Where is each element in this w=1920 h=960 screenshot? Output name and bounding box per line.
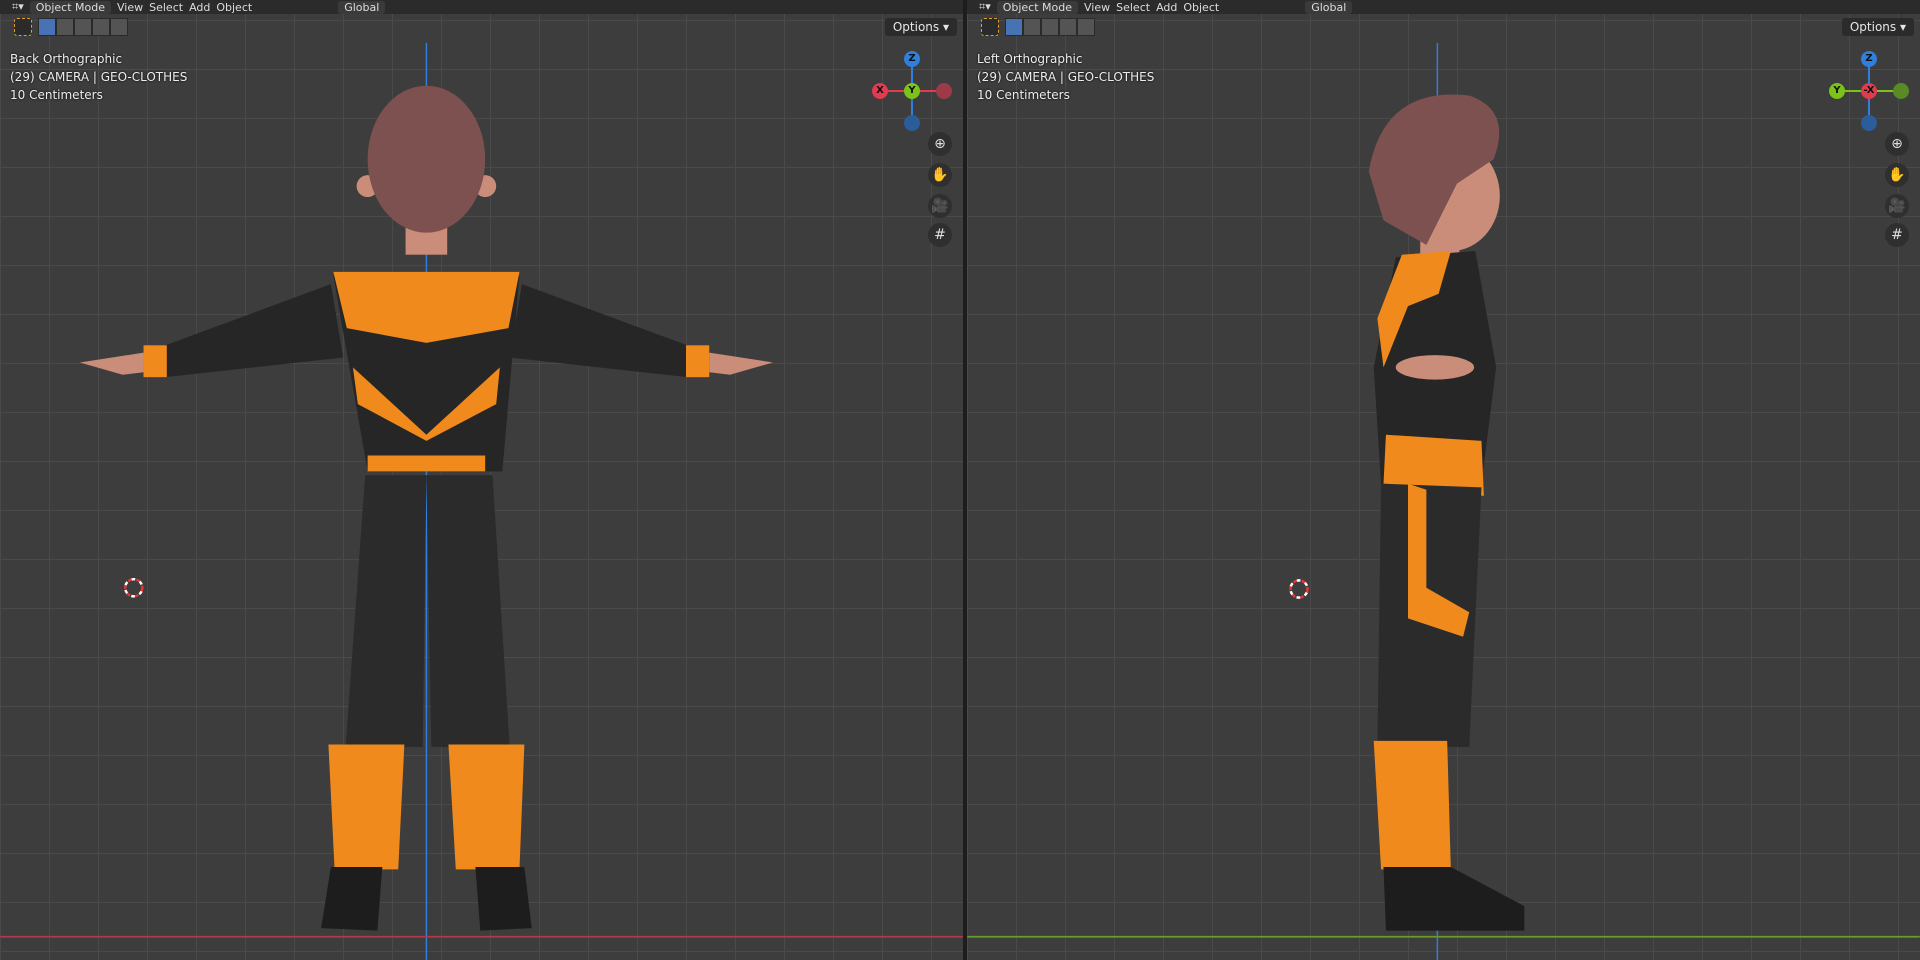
editor-type-icon[interactable]: ⌗▾ (12, 0, 24, 14)
grid-scale: 10 Centimeters (977, 88, 1070, 102)
mode-dropdown[interactable]: Object Mode (29, 0, 112, 14)
gizmo-axis-center[interactable]: Y (904, 83, 920, 99)
hair (367, 85, 486, 233)
menu-view[interactable]: View (117, 1, 143, 14)
camera-icon[interactable]: 🎥 (1885, 194, 1909, 218)
menu-add[interactable]: Add (1156, 1, 1177, 14)
menu-add[interactable]: Add (189, 1, 210, 14)
viewport-header: ⌗▾ Object Mode View Select Add Object Gl… (967, 0, 1920, 14)
select-box-mode-icon[interactable] (1005, 18, 1023, 36)
select-invert-icon[interactable] (1059, 18, 1077, 36)
camera-icon[interactable]: 🎥 (928, 194, 952, 218)
menu-select[interactable]: Select (149, 1, 183, 14)
object-name: (29) CAMERA | GEO-CLOTHES (977, 70, 1155, 84)
menu-object[interactable]: Object (1183, 1, 1219, 14)
tool-row (14, 18, 128, 36)
grid-ortho-icon[interactable]: # (1885, 223, 1909, 247)
select-intersect-icon[interactable] (110, 18, 128, 36)
navigation-gizmo[interactable]: Z X Y (872, 51, 952, 131)
gizmo-axis-bottom[interactable] (904, 115, 920, 131)
viewport-info: Left Orthographic (29) CAMERA | GEO-CLOT… (977, 50, 1154, 104)
scene-left (967, 42, 1920, 960)
tool-row (981, 18, 1095, 36)
menu-object[interactable]: Object (216, 1, 252, 14)
orientation-dropdown[interactable]: Global (1305, 0, 1353, 14)
viewport-back[interactable]: ⌗▾ Object Mode View Select Add Object Gl… (0, 0, 963, 960)
view-name: Back Orthographic (10, 52, 123, 66)
editor-type-icon[interactable]: ⌗▾ (979, 0, 991, 14)
select-extend-icon[interactable] (1023, 18, 1041, 36)
hand-pan-icon[interactable]: ✋ (1885, 163, 1909, 187)
3d-cursor (1289, 579, 1309, 599)
viewport-left[interactable]: ⌗▾ Object Mode View Select Add Object Gl… (967, 0, 1920, 960)
orientation-dropdown[interactable]: Global (338, 0, 386, 14)
view-name: Left Orthographic (977, 52, 1083, 66)
gizmo-axis-bottom[interactable] (1861, 115, 1877, 131)
navigation-gizmo[interactable]: Z Y -X (1829, 51, 1909, 131)
gizmo-axis-left[interactable]: X (872, 83, 888, 99)
options-button[interactable]: Options ▾ (1841, 18, 1914, 36)
character-side (1368, 94, 1525, 931)
gizmo-axis-center[interactable]: -X (1861, 83, 1877, 99)
menu-view[interactable]: View (1084, 1, 1110, 14)
select-extend-icon[interactable] (56, 18, 74, 36)
gizmo-axis-left[interactable]: Y (1829, 83, 1845, 99)
select-intersect-icon[interactable] (1077, 18, 1095, 36)
grid-ortho-icon[interactable]: # (928, 223, 952, 247)
object-name: (29) CAMERA | GEO-CLOTHES (10, 70, 188, 84)
gizmo-axis-right[interactable] (936, 83, 952, 99)
select-subtract-icon[interactable] (74, 18, 92, 36)
select-box-mode-icon[interactable] (38, 18, 56, 36)
scene-back (0, 42, 963, 960)
grid-scale: 10 Centimeters (10, 88, 103, 102)
viewport-header: ⌗▾ Object Mode View Select Add Object Gl… (0, 0, 963, 14)
3d-cursor (123, 577, 144, 598)
select-subtract-icon[interactable] (1041, 18, 1059, 36)
select-tool-icon[interactable] (981, 18, 999, 36)
gizmo-axis-top[interactable]: Z (904, 51, 920, 67)
mode-dropdown[interactable]: Object Mode (996, 0, 1079, 14)
gizmo-axis-top[interactable]: Z (1861, 51, 1877, 67)
hand-pan-icon[interactable]: ✋ (928, 163, 952, 187)
viewport-info: Back Orthographic (29) CAMERA | GEO-CLOT… (10, 50, 187, 104)
menu-select[interactable]: Select (1116, 1, 1150, 14)
select-invert-icon[interactable] (92, 18, 110, 36)
options-button[interactable]: Options ▾ (884, 18, 957, 36)
zoom-icon[interactable]: ⊕ (1885, 132, 1909, 156)
select-tool-icon[interactable] (14, 18, 32, 36)
gizmo-axis-right[interactable] (1893, 83, 1909, 99)
zoom-icon[interactable]: ⊕ (928, 132, 952, 156)
